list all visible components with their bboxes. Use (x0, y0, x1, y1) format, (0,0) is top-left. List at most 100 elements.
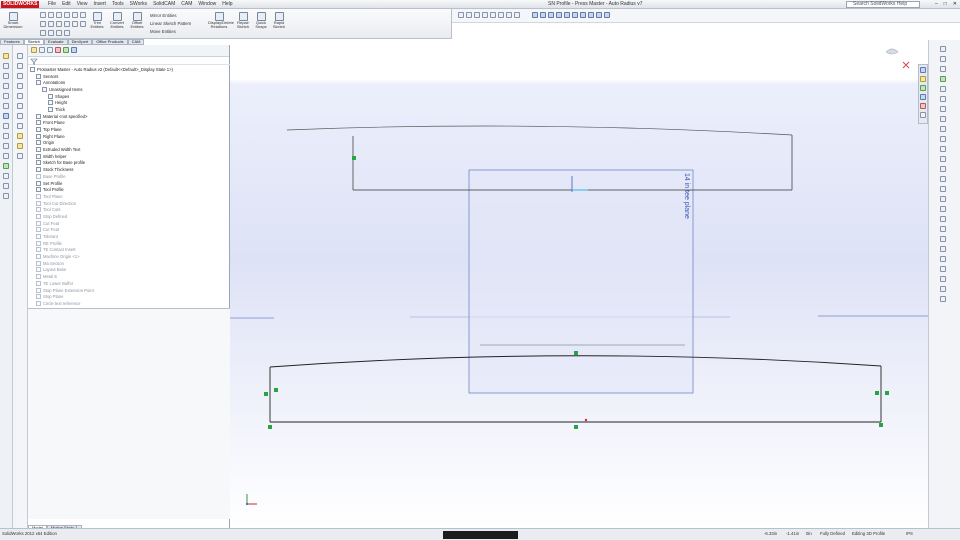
tree-item[interactable]: Tool Cuts (30, 206, 228, 213)
tree-item[interactable]: Shapes (30, 93, 228, 100)
bottom-right-endpoint[interactable] (879, 423, 883, 427)
relation-tool-icon[interactable] (3, 163, 9, 169)
view-settings-icon[interactable] (604, 12, 610, 18)
sketch-line-icon[interactable] (940, 46, 946, 52)
menu-tools[interactable]: Tools (112, 1, 124, 8)
bottom-left-endpoint[interactable] (268, 425, 272, 429)
tree-item[interactable]: Tolerant (30, 233, 228, 240)
previous-view-icon[interactable] (548, 12, 554, 18)
select-icon[interactable] (498, 12, 504, 18)
rect-tool-icon[interactable] (3, 73, 9, 79)
offset-entities-button[interactable]: Offset Entities (126, 12, 148, 29)
tree-item[interactable]: Cut Feat (30, 220, 228, 227)
hide-show-icon[interactable] (580, 12, 586, 18)
lower-mid-relation-marker[interactable] (574, 351, 578, 355)
undo-icon[interactable] (490, 12, 496, 18)
construction-icon[interactable] (64, 30, 70, 36)
linear-sketch-pattern-button[interactable]: Linear Sketch Pattern (150, 21, 191, 26)
zoom-area-icon[interactable] (540, 12, 546, 18)
trim-tool-icon[interactable] (3, 133, 9, 139)
dimension-tool-icon[interactable] (3, 113, 9, 119)
rectangle-icon[interactable] (48, 12, 54, 18)
sketch-spline-icon[interactable] (940, 86, 946, 92)
sketch-pattern-icon[interactable] (940, 206, 946, 212)
sketch-icon[interactable] (3, 53, 9, 59)
menu-view[interactable]: View (77, 1, 88, 8)
sketch-ellipse-icon[interactable] (940, 96, 946, 102)
cut-icon[interactable] (17, 93, 23, 99)
tree-item[interactable]: Ma Section (30, 260, 228, 267)
tree-item[interactable]: Stop Defined (30, 213, 228, 220)
move-entities-button[interactable]: Move Entities (150, 29, 176, 34)
tree-item[interactable]: Machine Origin <1> (30, 253, 228, 260)
tree-item[interactable]: Material <not specified> (30, 113, 228, 120)
menu-solidcam[interactable]: SolidCAM (153, 1, 175, 8)
fillet-icon[interactable] (72, 21, 78, 27)
status-editing[interactable]: Editing 3D Profile (852, 531, 885, 536)
sketch-offset-icon[interactable] (940, 126, 946, 132)
menu-file[interactable]: File (48, 1, 56, 8)
sketch-slot-icon[interactable] (940, 246, 946, 252)
lower-right-relation-marker-2[interactable] (885, 391, 889, 395)
loft-icon[interactable] (17, 83, 23, 89)
slot-icon[interactable] (40, 21, 46, 27)
feature-tree-icon[interactable] (31, 47, 37, 53)
app-logo[interactable]: SOLIDWORKS (1, 1, 40, 8)
view-palette-icon[interactable] (920, 94, 926, 100)
tree-item[interactable]: Base Profile (30, 173, 228, 180)
lower-right-relation-marker[interactable] (875, 391, 879, 395)
sketch-dimension-icon[interactable] (940, 286, 946, 292)
sketch-rotate-icon[interactable] (940, 176, 946, 182)
display-delete-relations-button[interactable]: Display/Delete Relations (208, 12, 234, 29)
dimxpert-manager-icon[interactable] (55, 47, 61, 53)
text-icon[interactable] (64, 21, 70, 27)
shell-icon[interactable] (17, 113, 23, 119)
custom-properties-icon[interactable] (920, 112, 926, 118)
menu-cam[interactable]: CAM (181, 1, 192, 8)
sketch-move-icon[interactable] (940, 166, 946, 172)
parabola-icon[interactable] (48, 30, 54, 36)
status-units[interactable]: IPS (906, 531, 913, 536)
appearance-icon[interactable] (588, 12, 594, 18)
tree-item[interactable]: Extruded Width Text (30, 146, 228, 153)
lower-left-relation-marker[interactable] (274, 388, 278, 392)
sketch-fillet-icon[interactable] (940, 106, 946, 112)
arc-tool-icon[interactable] (3, 93, 9, 99)
sketch-relations-icon[interactable] (940, 276, 946, 282)
upper-relation-marker[interactable] (352, 156, 356, 160)
maximize-button[interactable]: □ (944, 1, 947, 8)
search-input[interactable]: Search SolidWorks Help (846, 1, 920, 8)
reference-geometry-icon[interactable] (17, 133, 23, 139)
resources-icon[interactable] (920, 67, 926, 73)
sketch-construction-icon[interactable] (940, 296, 946, 302)
file-explorer-icon[interactable] (920, 85, 926, 91)
revolve-icon[interactable] (17, 63, 23, 69)
fillet-tool-icon[interactable] (3, 123, 9, 129)
point-tool-icon[interactable] (3, 183, 9, 189)
scene-icon[interactable] (596, 12, 602, 18)
extrude-icon[interactable] (17, 53, 23, 59)
spline-tool-icon[interactable] (3, 103, 9, 109)
instant3d-icon[interactable] (17, 153, 23, 159)
origin-point[interactable] (584, 418, 588, 422)
tree-item[interactable]: Height (30, 99, 228, 106)
convert-entities-button[interactable]: Convert Entities (106, 12, 128, 29)
tree-item[interactable]: Protoaster Master - Auto Radius v2 (Defa… (30, 66, 228, 73)
sketch-scale-icon[interactable] (940, 186, 946, 192)
tree-item[interactable]: Annotations (30, 79, 228, 86)
tree-item[interactable]: Layout Base (30, 267, 228, 274)
tree-item[interactable]: TE Lower Buffer (30, 280, 228, 287)
new-icon[interactable] (458, 12, 464, 18)
cam-manager-icon[interactable] (71, 47, 77, 53)
display-manager-icon[interactable] (63, 47, 69, 53)
menu-sworks[interactable]: SWorks (130, 1, 147, 8)
plane-tool-icon[interactable] (3, 193, 9, 199)
tree-item[interactable]: Stop Plane (30, 293, 228, 300)
menu-edit[interactable]: Edit (62, 1, 71, 8)
mirror-tool-icon[interactable] (3, 143, 9, 149)
sweep-icon[interactable] (17, 73, 23, 79)
tree-item[interactable]: Metal E (30, 273, 228, 280)
tree-item[interactable]: Cut Feat (30, 227, 228, 234)
circle-icon[interactable] (56, 12, 62, 18)
save-icon[interactable] (474, 12, 480, 18)
